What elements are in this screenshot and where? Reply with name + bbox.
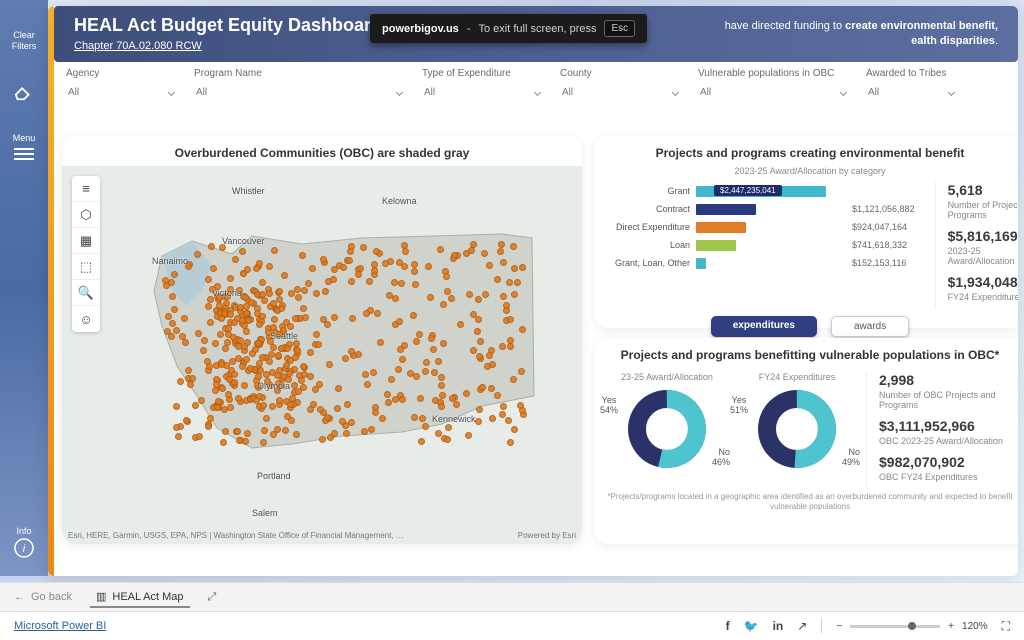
clear-filters-button[interactable]: Clear Filters xyxy=(12,30,37,52)
obc-card: Projects and programs benefitting vulner… xyxy=(594,338,1018,544)
hamburger-icon xyxy=(13,143,35,165)
facebook-icon[interactable]: f xyxy=(726,619,730,633)
filter-type-of-expenditure[interactable]: Type of ExpenditureAll xyxy=(422,68,542,126)
map-select-icon[interactable]: ⬚ xyxy=(72,254,100,280)
map-points xyxy=(102,196,542,496)
expenditures-pill[interactable]: expenditures xyxy=(711,316,817,337)
zoom-control[interactable]: −+ 120% xyxy=(836,621,987,632)
left-rail: Clear Filters Menu Info i xyxy=(0,0,48,576)
filter-county[interactable]: CountyAll xyxy=(560,68,680,126)
awards-pill[interactable]: awards xyxy=(831,316,909,337)
env-title: Projects and programs creating environme… xyxy=(606,136,1014,166)
donut-chart-1 xyxy=(622,384,712,474)
map-title: Overburdened Communities (OBC) are shade… xyxy=(62,136,582,166)
tab-heal-act-map[interactable]: ▥HEAL Act Map xyxy=(90,587,190,608)
category-bars: Grant$2,447,235,041Contract$1,121,056,88… xyxy=(606,182,915,308)
map-user-icon[interactable]: ☺ xyxy=(72,306,100,332)
info-icon: i xyxy=(13,537,35,559)
page-navbar: ←Go back ▥HEAL Act Map ⤢ xyxy=(0,582,1024,612)
obc-title: Projects and programs benefitting vulner… xyxy=(606,338,1014,368)
eraser-icon[interactable] xyxy=(13,80,35,105)
share-icon[interactable]: ↗ xyxy=(797,619,807,633)
bottom-bar: Microsoft Power BI f 🐦 in ↗ −+ 120% ⛶ xyxy=(0,612,1024,640)
map-card: Overburdened Communities (OBC) are shade… xyxy=(62,136,582,544)
donut-award: 23-25 Award/Allocation Yes 54% No 46% xyxy=(606,372,728,488)
map-attribution: Esri, HERE, Garmin, USGS, EPA, NPS | Was… xyxy=(68,531,576,540)
obc-stats: 2,998Number of OBC Projects and Programs… xyxy=(866,372,1014,488)
filter-program-name[interactable]: Program NameAll xyxy=(194,68,404,126)
svg-text:i: i xyxy=(23,543,26,555)
env-subtitle: 2023-25 Award/Allocation by category xyxy=(606,166,1014,176)
filter-vulnerable-populations-in-obc[interactable]: Vulnerable populations in OBCAll xyxy=(698,68,848,126)
powerbi-brand-link[interactable]: Microsoft Power BI xyxy=(14,620,106,632)
linkedin-icon[interactable]: in xyxy=(773,619,784,633)
map-grid-icon[interactable]: ▦ xyxy=(72,228,100,254)
env-benefit-card: Projects and programs creating environme… xyxy=(594,136,1018,328)
map-toolbar: ≡ ⬡ ▦ ⬚ 🔍 ☺ xyxy=(72,176,100,332)
obc-footnote: *Projects/programs located in a geograph… xyxy=(606,492,1014,513)
info-button[interactable]: Info i xyxy=(13,526,35,562)
twitter-icon[interactable]: 🐦 xyxy=(744,619,759,633)
map-viewport[interactable]: ≡ ⬡ ▦ ⬚ 🔍 ☺ WhistlerKelownaVancouverNana… xyxy=(62,166,582,544)
page-title: HEAL Act Budget Equity Dashboard xyxy=(74,15,382,36)
env-stats: 5,618Number of Projects and Programs$5,8… xyxy=(935,182,1018,308)
env-toggle: expenditures awards xyxy=(606,316,1014,337)
donut-chart-2 xyxy=(752,384,842,474)
esc-key: Esc xyxy=(604,20,635,37)
fullscreen-icon[interactable]: ⛶ xyxy=(1002,619,1010,634)
report-canvas: HEAL Act Budget Equity Dashboard Chapter… xyxy=(48,6,1018,576)
donut-expenditures: FY24 Expenditures Yes 51% No 49% xyxy=(736,372,858,488)
filter-bar: AgencyAll Program NameAll Type of Expendit… xyxy=(66,68,1010,126)
fullscreen-notice: powerbigov.us- To exit full screen, pres… xyxy=(370,14,647,43)
map-search-icon[interactable]: 🔍 xyxy=(72,280,100,306)
filter-awarded-to-tribes[interactable]: Awarded to TribesAll xyxy=(866,68,956,126)
go-back-button[interactable]: ←Go back xyxy=(14,591,72,603)
map-basemap-icon[interactable]: ⬡ xyxy=(72,202,100,228)
accent-stripe xyxy=(48,6,54,576)
filter-agency[interactable]: AgencyAll xyxy=(66,68,176,126)
chapter-link[interactable]: Chapter 70A.02.080 RCW xyxy=(74,40,202,52)
menu-button[interactable]: Menu xyxy=(13,133,36,169)
map-layers-icon[interactable]: ≡ xyxy=(72,176,100,202)
fit-page-icon[interactable]: ⤢ xyxy=(208,591,217,604)
